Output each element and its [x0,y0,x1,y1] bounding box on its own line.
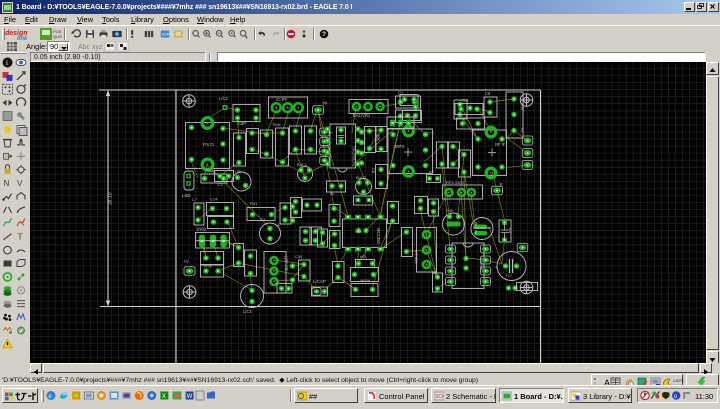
svg-text:C12: C12 [461,98,469,103]
svg-text:+V: +V [183,259,190,264]
svg-text:N: N [4,179,10,188]
svg-text:L/C2: L/C2 [219,96,229,101]
svg-text:+7?: +7? [505,273,513,278]
svg-text:C5: C5 [508,228,513,234]
svg-text:V: V [17,179,23,188]
svg-text:10K: 10K [376,134,381,141]
svg-text:38.10: 38.10 [108,192,114,205]
svg-text:LPF-FR: LPF-FR [284,256,289,271]
svg-text:+: + [277,223,280,229]
svg-text:1N60: 1N60 [196,227,207,232]
svg-text:+5: +5 [520,127,525,132]
svg-text:SCR: SCR [161,32,169,37]
svg-text:R31: R31 [250,201,258,206]
svg-text:C40: C40 [446,208,454,213]
svg-text:VR-600: VR-600 [414,250,419,264]
svg-text:JRF2: JRF2 [394,144,405,149]
svg-text:xyz: xyz [92,44,103,51]
svg-text:Abc: Abc [78,44,91,51]
svg-text:+7D: +7D [234,169,242,174]
svg-text:BAL/VR1: BAL/VR1 [353,113,371,118]
svg-text:MC1350: MC1350 [376,228,381,244]
svg-text:PS D: PS D [203,142,214,147]
svg-text:+: + [495,265,498,271]
svg-text:W: W [187,394,193,400]
svg-text:LED: LED [182,193,191,198]
svg-text:L/C1: L/C1 [243,309,253,314]
svg-text:RF IF: RF IF [495,142,506,147]
svg-text:+4V: +4V [520,103,525,111]
svg-text:C30: C30 [295,254,303,259]
svg-text:B4C1: B4C1 [297,162,308,167]
svg-text:e: e [49,392,52,400]
svg-text:R10: R10 [273,122,281,127]
svg-text:C9: C9 [485,91,491,96]
svg-text:R1A: R1A [204,264,212,269]
svg-text:R2A: R2A [206,168,214,173]
svg-text:LM386: LM386 [479,258,484,271]
svg-text:E: E [500,182,503,187]
svg-text:9n: 9n [330,191,334,196]
svg-text:R7: R7 [429,170,435,175]
svg-text:RF4-1300: RF4-1300 [446,180,465,185]
svg-text:B4C2: B4C2 [356,175,367,180]
svg-text:L/CAP: L/CAP [313,279,326,284]
svg-text:TP: TP [322,101,328,106]
svg-text:C7: C7 [192,197,198,202]
svg-text:T: T [18,232,23,242]
svg-text:MF06: MF06 [360,278,371,283]
svg-text:?: ? [322,31,326,38]
svg-text:C14: C14 [210,197,218,202]
svg-text:H2L: H2L [360,254,368,259]
svg-text:C3: C3 [260,217,266,222]
svg-text:C2: C2 [218,182,224,187]
svg-text:SN16913: SN16913 [352,146,357,164]
svg-text:C6P: C6P [238,121,246,126]
svg-text:SCH: SCH [435,394,444,400]
svg-text:i: i [6,59,8,67]
svg-text:C8: C8 [371,168,376,174]
svg-text:IC-RF: IC-RF [276,97,288,102]
svg-text:X: X [162,394,166,400]
